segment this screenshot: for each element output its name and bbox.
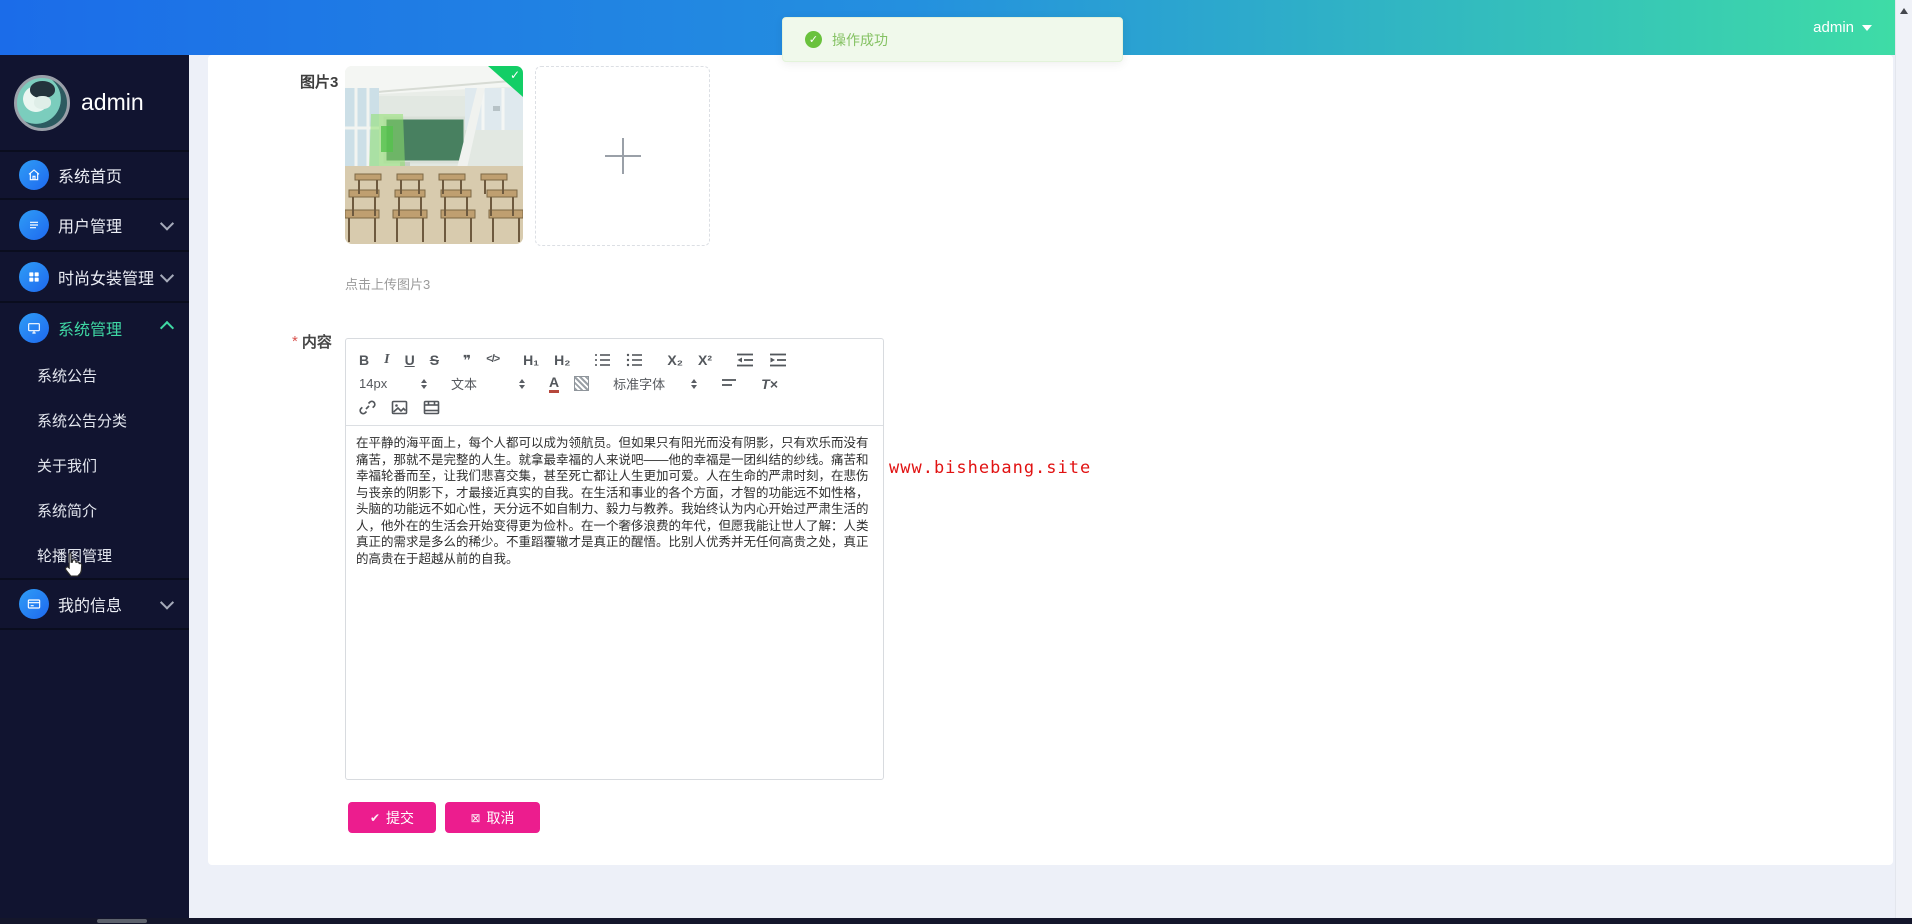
sidebar-item-home[interactable]: 系统首页 xyxy=(0,150,189,198)
spinner-icon xyxy=(519,378,525,389)
image3-thumbnail[interactable]: ✓ xyxy=(345,66,523,244)
underline-button[interactable]: U xyxy=(405,353,415,367)
submenu-item-label: 系统公告分类 xyxy=(37,413,128,430)
content-label: * 内容 xyxy=(292,331,332,352)
horizontal-scrollbar-thumb[interactable] xyxy=(97,919,147,923)
unordered-list-button[interactable] xyxy=(626,352,643,368)
cancel-label: 取消 xyxy=(486,809,515,826)
horizontal-scrollbar[interactable] xyxy=(0,918,1912,924)
image-button[interactable] xyxy=(391,399,408,416)
chevron-down-icon xyxy=(159,216,175,231)
sidebar-item-my-info[interactable]: 我的信息 xyxy=(0,578,189,628)
list-icon xyxy=(19,210,49,240)
user-menu-label: admin xyxy=(1813,19,1854,36)
heading1-button[interactable]: H₁ xyxy=(523,353,539,367)
video-button[interactable] xyxy=(423,399,440,416)
upload-tip: 点击上传图片3 xyxy=(345,277,431,292)
monitor-icon xyxy=(19,313,49,343)
code-button[interactable]: </> xyxy=(486,354,500,365)
format-value: 文本 xyxy=(451,377,478,392)
app-window: admin ✓ 操作成功 admin 系统首页 用户管理 时尚女装管理 系统管理… xyxy=(0,0,1912,924)
submenu-item-notice[interactable]: 系统公告 xyxy=(0,353,189,398)
sidebar: admin 系统首页 用户管理 时尚女装管理 系统管理 系统公告 系统公告分类 … xyxy=(0,55,189,918)
image3-upload-box[interactable] xyxy=(535,66,710,246)
font-size-select[interactable]: 14px xyxy=(359,376,427,391)
content-card: 图片3 ✓ 点击上传图片3 * 内容 B I U S ❞ </> H₁ H₂ X… xyxy=(208,55,1893,865)
heading2-button[interactable]: H₂ xyxy=(554,353,570,367)
success-toast: ✓ 操作成功 xyxy=(782,17,1123,62)
align-button[interactable] xyxy=(721,377,737,391)
sidebar-divider xyxy=(0,628,189,630)
submenu-item-system-intro[interactable]: 系统简介 xyxy=(0,488,189,533)
italic-button[interactable]: I xyxy=(384,352,389,367)
sidebar-item-users[interactable]: 用户管理 xyxy=(0,198,189,250)
sidebar-item-label: 系统首页 xyxy=(58,169,123,186)
submenu-item-about-us[interactable]: 关于我们 xyxy=(0,443,189,488)
watermark-text: www.bishebang.site xyxy=(889,458,1092,478)
submit-check-icon: ✔ xyxy=(369,810,381,825)
outdent-button[interactable] xyxy=(736,352,754,368)
required-mark: * xyxy=(292,333,298,350)
badge-check-icon: ✓ xyxy=(509,68,520,82)
format-select[interactable]: 文本 xyxy=(451,374,525,393)
caret-down-icon xyxy=(1862,24,1872,31)
submenu-item-notice-category[interactable]: 系统公告分类 xyxy=(0,398,189,443)
chevron-up-icon xyxy=(159,320,175,336)
cancel-box-icon: ⊠ xyxy=(470,810,481,825)
vertical-scrollbar[interactable] xyxy=(1895,0,1912,924)
sidebar-item-system[interactable]: 系统管理 xyxy=(0,301,189,353)
clear-format-button[interactable]: T× xyxy=(761,376,778,392)
blockquote-button[interactable]: ❞ xyxy=(463,353,471,367)
plus-icon xyxy=(604,138,641,174)
toolbar-row-1: B I U S ❞ </> H₁ H₂ X₂ X² xyxy=(359,349,870,370)
sidebar-item-label: 时尚女装管理 xyxy=(58,270,155,288)
submenu-item-label: 关于我们 xyxy=(37,458,98,475)
sidebar-item-label: 用户管理 xyxy=(58,219,123,236)
font-family-select[interactable]: 标准字体 xyxy=(613,374,698,393)
chevron-down-icon xyxy=(159,268,175,283)
link-button[interactable] xyxy=(359,399,376,416)
submenu-item-label: 系统公告 xyxy=(37,368,98,385)
id-card-icon xyxy=(19,589,49,619)
submenu-item-label: 轮播图管理 xyxy=(37,548,113,565)
image3-label: 图片3 xyxy=(300,74,339,91)
rich-text-editor: B I U S ❞ </> H₁ H₂ X₂ X² 14px 文本 A 标准字体… xyxy=(345,338,884,780)
chevron-down-icon xyxy=(159,595,175,610)
toolbar-row-2: 14px 文本 A 标准字体 T× xyxy=(359,373,870,394)
background-color-button[interactable] xyxy=(574,376,590,391)
bold-button[interactable]: B xyxy=(359,353,369,367)
grid-icon xyxy=(19,261,49,292)
cancel-button[interactable]: ⊠ 取消 xyxy=(445,802,540,833)
submit-label: 提交 xyxy=(386,809,415,826)
content-label-text: 内容 xyxy=(301,334,332,351)
home-icon xyxy=(19,160,49,190)
superscript-button[interactable]: X² xyxy=(698,353,712,367)
scroll-up-arrow-icon[interactable] xyxy=(1900,8,1908,14)
sidebar-submenu: 系统公告 系统公告分类 关于我们 系统简介 轮播图管理 xyxy=(0,353,189,578)
sidebar-item-label: 系统管理 xyxy=(58,322,123,339)
sidebar-item-label: 我的信息 xyxy=(58,598,123,615)
user-menu[interactable]: admin xyxy=(1813,0,1872,55)
profile-name: admin xyxy=(81,89,144,115)
submit-button[interactable]: ✔ 提交 xyxy=(348,802,436,833)
font-family-value: 标准字体 xyxy=(613,377,666,392)
toolbar-row-3 xyxy=(359,397,870,418)
spinner-icon xyxy=(691,378,698,389)
ordered-list-button[interactable] xyxy=(594,352,611,368)
strikethrough-button[interactable]: S xyxy=(430,353,439,367)
sidebar-profile: admin xyxy=(0,55,189,150)
editor-toolbar: B I U S ❞ </> H₁ H₂ X₂ X² 14px 文本 A 标准字体… xyxy=(346,339,883,426)
font-size-value: 14px xyxy=(359,376,388,391)
submenu-item-label: 系统简介 xyxy=(37,503,98,520)
editor-content[interactable]: 在平静的海平面上，每个人都可以成为领航员。但如果只有阳光而没有阴影，只有欢乐而没… xyxy=(346,426,883,576)
avatar xyxy=(14,74,70,131)
submenu-item-carousel[interactable]: 轮播图管理 xyxy=(0,533,189,578)
text-color-button[interactable]: A xyxy=(549,375,560,393)
subscript-button[interactable]: X₂ xyxy=(667,353,683,367)
sidebar-item-fashion[interactable]: 时尚女装管理 xyxy=(0,250,189,301)
indent-button[interactable] xyxy=(769,352,787,368)
spinner-icon xyxy=(421,378,427,389)
success-check-icon: ✓ xyxy=(805,31,822,48)
toast-message: 操作成功 xyxy=(832,31,888,48)
